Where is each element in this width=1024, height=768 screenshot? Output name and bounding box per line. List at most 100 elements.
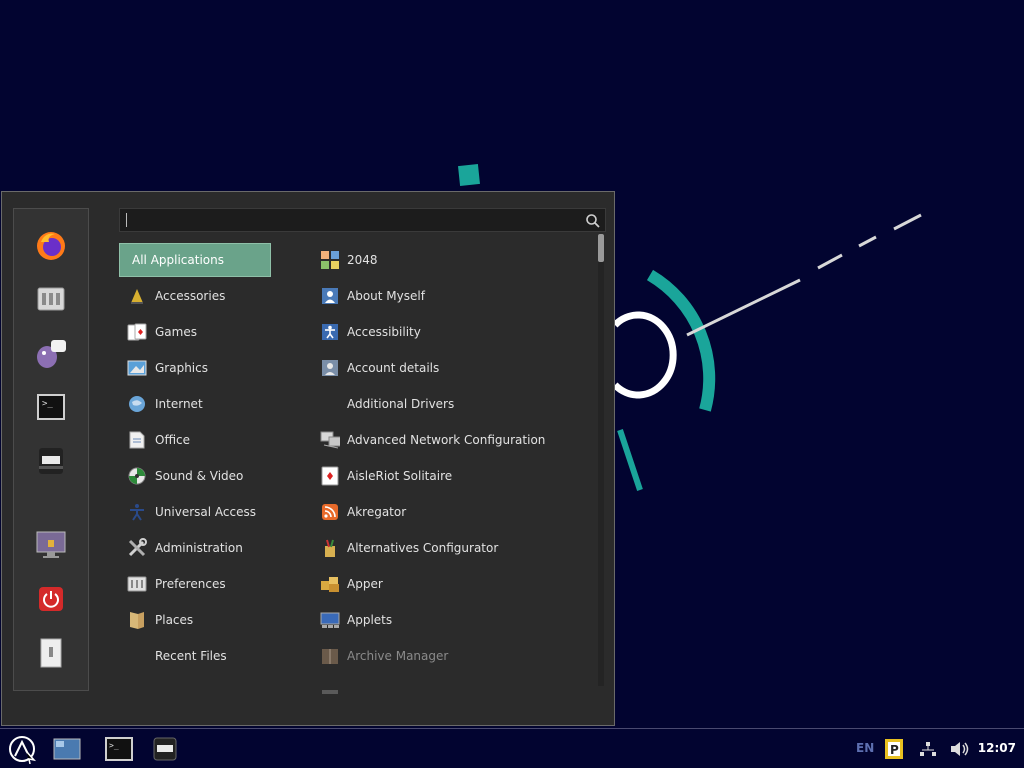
about-myself-icon: [320, 286, 340, 306]
games-icon: [127, 322, 147, 342]
bottom-panel: >_ EN P 12:07: [0, 728, 1024, 768]
lock-screen-icon: [36, 531, 66, 558]
sound-video-icon: [127, 466, 147, 486]
search-caret: [126, 213, 127, 227]
svg-text:>_: >_: [109, 741, 119, 750]
category-label: Places: [155, 613, 194, 627]
category-recent-files[interactable]: Recent Files: [119, 639, 271, 673]
search-box[interactable]: [119, 208, 606, 232]
rss-icon: [320, 502, 340, 522]
app-label: Account details: [347, 361, 440, 375]
volume-control[interactable]: [949, 733, 971, 765]
category-label: Preferences: [155, 577, 226, 591]
files-panel-launcher[interactable]: [148, 733, 182, 765]
terminal-icon: >_: [37, 394, 65, 420]
app-akregator[interactable]: Akregator: [312, 495, 592, 529]
menu-button[interactable]: [4, 733, 40, 765]
app-label: Accessibility: [347, 325, 421, 339]
category-preferences[interactable]: Preferences: [119, 567, 271, 601]
category-internet[interactable]: Internet: [119, 387, 271, 421]
account-details-icon: [320, 358, 340, 378]
administration-icon: [127, 538, 147, 558]
menu-launcher-icon: [9, 736, 37, 764]
app-label: 2048: [347, 253, 378, 267]
terminal-panel-launcher[interactable]: >_: [102, 733, 136, 765]
panel-applet-p[interactable]: P: [883, 733, 905, 765]
app-aisleriot-solitaire[interactable]: AisleRiot Solitaire: [312, 459, 592, 493]
category-label: Administration: [155, 541, 243, 555]
scrollbar-thumb[interactable]: [598, 234, 604, 262]
settings-launcher[interactable]: [33, 281, 69, 317]
terminal-icon: >_: [105, 737, 133, 761]
clock[interactable]: 12:07: [978, 741, 1016, 755]
app-label: Applets: [347, 613, 393, 627]
search-icon[interactable]: [585, 213, 601, 229]
recent-files-icon: [127, 646, 147, 666]
internet-icon: [127, 394, 147, 414]
app-label: Archive Manager: [347, 649, 449, 663]
svg-text:>_: >_: [42, 399, 53, 409]
quit-button[interactable]: [33, 581, 69, 617]
category-list: All Applications Accessories Games Graph…: [119, 242, 289, 682]
favorites-sidebar: >_: [13, 208, 89, 691]
partial-app-icon: [320, 682, 340, 697]
category-accessories[interactable]: Accessories: [119, 279, 271, 313]
network-icon: [920, 742, 936, 756]
app-apper[interactable]: Apper: [312, 567, 592, 601]
additional-drivers-icon: [320, 394, 340, 414]
category-label: Graphics: [155, 361, 208, 375]
app-account-details[interactable]: Account details: [312, 351, 592, 385]
pidgin-launcher[interactable]: [33, 335, 69, 371]
category-graphics[interactable]: Graphics: [119, 351, 271, 385]
app-applets[interactable]: Applets: [312, 603, 592, 637]
app-label: Additional Drivers: [347, 397, 455, 411]
app-advanced-network-configuration[interactable]: Advanced Network Configuration: [312, 423, 592, 457]
app-label: Apper: [347, 577, 383, 591]
preferences-icon: [127, 574, 147, 594]
app-accessibility[interactable]: Accessibility: [312, 315, 592, 349]
application-list-scrollbar[interactable]: [598, 234, 604, 686]
category-label: Accessories: [155, 289, 226, 303]
category-sound-video[interactable]: Sound & Video: [119, 459, 271, 493]
accessories-icon: [127, 286, 147, 306]
apper-icon: [320, 574, 340, 594]
app-2048[interactable]: 2048: [312, 243, 592, 277]
keyboard-layout-indicator[interactable]: EN: [856, 741, 874, 755]
app-partial-next: [312, 675, 592, 697]
network-config-icon: [320, 430, 340, 450]
applets-icon: [320, 610, 340, 630]
app-additional-drivers[interactable]: Additional Drivers: [312, 387, 592, 421]
svg-text:P: P: [890, 743, 899, 757]
logout-button[interactable]: [33, 635, 69, 671]
archive-manager-icon: [320, 646, 340, 666]
app-label: Akregator: [347, 505, 407, 519]
category-games[interactable]: Games: [119, 315, 271, 349]
app-alternatives-configurator[interactable]: Alternatives Configurator: [312, 531, 592, 565]
parking-applet-icon: P: [885, 739, 903, 759]
lock-screen-button[interactable]: [33, 527, 69, 563]
logout-icon: [40, 638, 62, 668]
app-label: Alternatives Configurator: [347, 541, 499, 555]
network-status[interactable]: [917, 733, 939, 765]
category-office[interactable]: Office: [119, 423, 271, 457]
application-menu: >_ All Applications Accessories Games Gr…: [1, 191, 615, 726]
firefox-launcher[interactable]: [33, 228, 69, 264]
volume-icon: [951, 742, 969, 756]
app-label: Advanced Network Configuration: [347, 433, 546, 447]
category-label: All Applications: [132, 253, 224, 267]
quit-icon: [39, 587, 63, 611]
app-label: About Myself: [347, 289, 425, 303]
category-universal-access[interactable]: Universal Access: [119, 495, 271, 529]
files-icon: [153, 737, 177, 761]
category-places[interactable]: Places: [119, 603, 271, 637]
terminal-launcher[interactable]: >_: [33, 389, 69, 425]
show-desktop-button[interactable]: [50, 733, 84, 765]
pidgin-icon: [37, 340, 66, 368]
category-administration[interactable]: Administration: [119, 531, 271, 565]
files-icon: [39, 448, 63, 474]
category-all-applications[interactable]: All Applications: [119, 243, 271, 277]
files-launcher[interactable]: [33, 443, 69, 479]
places-icon: [127, 610, 147, 630]
app-archive-manager[interactable]: Archive Manager: [312, 639, 592, 673]
app-about-myself[interactable]: About Myself: [312, 279, 592, 313]
